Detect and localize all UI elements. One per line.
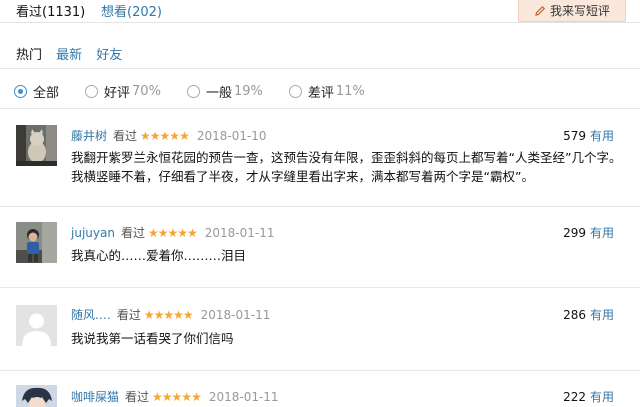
vote-count: 286 有用 xyxy=(563,306,614,323)
divider xyxy=(0,206,640,207)
filter-percent: 11% xyxy=(335,83,365,99)
rating-stars-icon: ★★★★★ xyxy=(143,307,194,322)
write-review-label: 我来写短评 xyxy=(549,4,610,18)
cat-photo-icon xyxy=(16,125,57,166)
vote-number: 299 xyxy=(563,226,586,240)
vote-count: 579 有用 xyxy=(563,127,614,144)
pencil-icon xyxy=(535,5,546,16)
comment-date: 2018-01-10 xyxy=(196,128,267,143)
username[interactable]: jujuyan xyxy=(71,226,115,240)
rating-stars-icon: ★★★★★ xyxy=(140,128,190,143)
comment-text: 我真心的……爱着你………泪目 xyxy=(71,248,247,263)
watch-status: 看过 xyxy=(116,308,141,322)
comment-meta: jujuyan 看过 ★★★★★ 2018-01-11 xyxy=(71,224,275,241)
comment-text: 我说我第一话看哭了你们信吗 xyxy=(71,331,234,346)
useful-button[interactable]: 有用 xyxy=(590,226,614,240)
filter-label: 全部 xyxy=(33,85,60,101)
comment-date: 2018-01-11 xyxy=(204,225,275,240)
radio-all[interactable] xyxy=(14,84,27,98)
useful-button[interactable]: 有用 xyxy=(590,390,614,404)
radio-neutral[interactable] xyxy=(186,84,200,98)
watch-status: 看过 xyxy=(120,226,145,240)
divider xyxy=(0,108,640,109)
avatar[interactable] xyxy=(16,385,57,407)
avatar[interactable] xyxy=(16,222,57,263)
comment-meta: 随风.… 看过 ★★★★★ 2018-01-11 xyxy=(71,306,270,323)
vote-number: 286 xyxy=(563,308,586,322)
tab-want-to-watch[interactable]: 想看(202) xyxy=(101,1,162,20)
comment-text: 我翻开紫罗兰永恒花园的预告一查，这预告没有年限，歪歪斜斜的每页上都写着“人类圣经… xyxy=(71,150,622,184)
rating-filters: 全部 好评 70% 一般 19% 差评 11% xyxy=(14,82,391,101)
comment-date: 2018-01-11 xyxy=(200,307,271,322)
comment-tabs: 看过(1131) 想看(202) 我来写短评 xyxy=(0,0,640,23)
radio-positive[interactable] xyxy=(85,84,99,98)
comment-meta: 咖啡屎猫 看过 ★★★★★ 2018-01-11 xyxy=(71,388,279,405)
filter-label: 好评 xyxy=(104,85,131,101)
avatar[interactable] xyxy=(16,125,57,166)
tab-watched[interactable]: 看过(1131) xyxy=(16,1,85,20)
filter-label: 一般 xyxy=(205,85,232,101)
vote-count: 299 有用 xyxy=(563,224,614,241)
divider xyxy=(0,68,640,69)
rating-stars-icon: ★★★★★ xyxy=(152,389,202,404)
filter-negative[interactable]: 差评 11% xyxy=(288,82,365,101)
sort-latest[interactable]: 最新 xyxy=(56,48,82,63)
default-avatar-icon xyxy=(16,305,57,346)
filter-positive[interactable]: 好评 70% xyxy=(85,82,161,101)
useful-button[interactable]: 有用 xyxy=(590,308,614,322)
vote-count: 222 有用 xyxy=(563,388,614,405)
comment-date: 2018-01-11 xyxy=(208,389,279,404)
radio-negative[interactable] xyxy=(288,84,302,98)
sort-friends[interactable]: 好友 xyxy=(96,48,122,63)
avatar[interactable] xyxy=(16,305,57,346)
divider xyxy=(0,287,640,288)
divider xyxy=(0,370,640,371)
filter-percent: 19% xyxy=(233,83,263,99)
filter-all[interactable]: 全部 xyxy=(14,82,59,101)
write-review-button[interactable]: 我来写短评 xyxy=(518,0,626,22)
username[interactable]: 藤井树 xyxy=(71,127,107,144)
rating-stars-icon: ★★★★★ xyxy=(147,225,198,240)
sort-options: 热门 最新 好友 xyxy=(16,44,132,63)
comment-meta: 藤井树 看过 ★★★★★ 2018-01-10 xyxy=(71,127,267,144)
character-photo-icon xyxy=(16,385,57,407)
filter-neutral[interactable]: 一般 19% xyxy=(186,82,263,101)
filter-percent: 70% xyxy=(132,83,161,99)
sort-hot[interactable]: 热门 xyxy=(16,48,42,63)
username[interactable]: 随风.… xyxy=(71,306,111,323)
watch-status: 看过 xyxy=(113,129,138,143)
child-photo-icon xyxy=(16,222,57,263)
watch-status: 看过 xyxy=(125,390,150,404)
filter-label: 差评 xyxy=(307,85,334,101)
useful-button[interactable]: 有用 xyxy=(590,129,614,143)
vote-number: 579 xyxy=(563,129,586,143)
vote-number: 222 xyxy=(563,390,586,404)
username[interactable]: 咖啡屎猫 xyxy=(71,388,119,405)
